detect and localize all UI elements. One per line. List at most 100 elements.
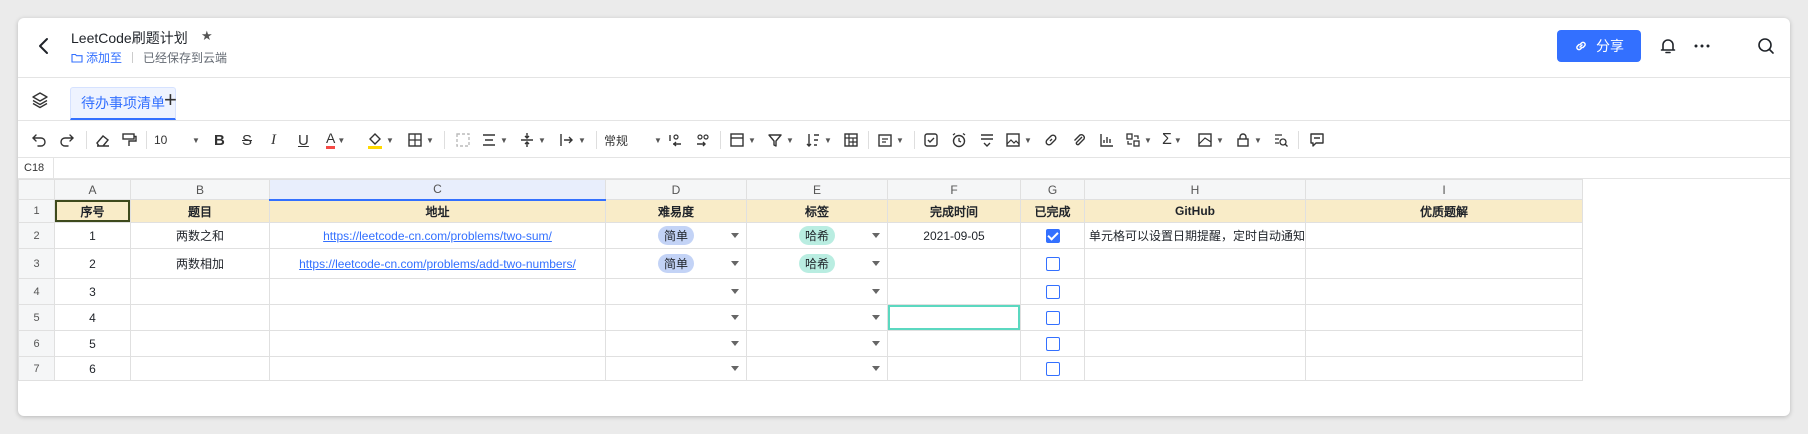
dropdown-arrow-icon[interactable] bbox=[872, 365, 880, 371]
url-cell[interactable] bbox=[269, 278, 606, 305]
column-header[interactable]: H bbox=[1083, 179, 1307, 200]
merge-cells-icon[interactable] bbox=[454, 130, 472, 150]
index-cell[interactable]: 3 bbox=[54, 278, 131, 305]
tag-cell[interactable] bbox=[746, 278, 888, 305]
strikethrough-icon[interactable]: S bbox=[242, 130, 252, 150]
index-cell[interactable]: 4 bbox=[54, 304, 131, 331]
index-cell[interactable]: 6 bbox=[54, 356, 131, 381]
image-icon[interactable]: ▼ bbox=[1004, 130, 1032, 150]
url-cell[interactable]: https://leetcode-cn.com/problems/two-sum… bbox=[269, 222, 606, 249]
filter-icon[interactable]: ▼ bbox=[766, 130, 794, 150]
row-number[interactable]: 2 bbox=[18, 222, 55, 249]
header-cell[interactable]: GitHub bbox=[1083, 199, 1307, 223]
row-number[interactable]: 1 bbox=[18, 199, 55, 223]
column-header[interactable]: I bbox=[1305, 179, 1584, 200]
title-cell[interactable]: 两数相加 bbox=[130, 248, 270, 279]
difficulty-cell[interactable]: 简单 bbox=[605, 222, 747, 249]
difficulty-cell[interactable] bbox=[605, 330, 747, 357]
date-cell[interactable] bbox=[887, 278, 1021, 305]
dropdown-arrow-icon[interactable] bbox=[872, 340, 880, 346]
header-cell[interactable]: 完成时间 bbox=[887, 199, 1021, 223]
date-cell[interactable] bbox=[887, 304, 1021, 331]
tag-cell[interactable] bbox=[746, 356, 888, 381]
header-cell[interactable]: 难易度 bbox=[605, 199, 747, 223]
underline-icon[interactable]: U bbox=[298, 130, 309, 150]
done-checkbox[interactable] bbox=[1045, 256, 1060, 271]
dropdown-arrow-icon[interactable] bbox=[731, 340, 739, 346]
dropdown-list-icon[interactable] bbox=[978, 130, 996, 150]
row-number[interactable]: 6 bbox=[18, 330, 55, 357]
date-cell[interactable] bbox=[887, 248, 1021, 279]
hyperlink-icon[interactable] bbox=[1042, 130, 1060, 150]
alarm-icon[interactable] bbox=[950, 130, 968, 150]
dropdown-arrow-icon[interactable] bbox=[731, 288, 739, 294]
title-cell[interactable] bbox=[130, 356, 270, 381]
cell-reference[interactable]: C18 bbox=[24, 162, 44, 174]
redo-icon[interactable] bbox=[58, 130, 76, 150]
solution-cell[interactable] bbox=[1305, 278, 1584, 305]
difficulty-cell[interactable] bbox=[605, 356, 747, 381]
eraser-icon[interactable] bbox=[94, 130, 112, 150]
solution-cell[interactable] bbox=[1305, 330, 1584, 357]
sheet-tab[interactable]: 待办事项清单 bbox=[70, 87, 176, 120]
url-cell[interactable] bbox=[269, 330, 606, 357]
title-cell[interactable] bbox=[130, 304, 270, 331]
add-to-link[interactable]: 添加至 bbox=[71, 49, 122, 66]
align-horizontal-icon[interactable]: ▼ bbox=[480, 130, 508, 150]
title-cell[interactable]: 两数之和 bbox=[130, 222, 270, 249]
index-cell[interactable]: 2 bbox=[54, 248, 131, 279]
title-cell[interactable] bbox=[130, 330, 270, 357]
column-header[interactable]: A bbox=[54, 179, 131, 200]
row-number[interactable]: 7 bbox=[18, 356, 55, 381]
header-cell[interactable]: 序号 bbox=[54, 199, 131, 223]
column-header[interactable]: G bbox=[1020, 179, 1085, 200]
url-cell[interactable]: https://leetcode-cn.com/problems/add-two… bbox=[269, 248, 606, 279]
header-cell[interactable]: 标签 bbox=[746, 199, 888, 223]
star-icon[interactable]: ★ bbox=[201, 28, 213, 44]
solution-cell[interactable] bbox=[1305, 304, 1584, 331]
done-checkbox[interactable] bbox=[1045, 361, 1060, 376]
github-cell[interactable] bbox=[1083, 330, 1307, 357]
date-cell[interactable] bbox=[887, 356, 1021, 381]
done-checkbox[interactable] bbox=[1045, 284, 1060, 299]
back-arrow-icon[interactable] bbox=[30, 32, 58, 60]
github-cell[interactable] bbox=[1083, 356, 1307, 381]
date-cell[interactable] bbox=[887, 330, 1021, 357]
column-header[interactable]: F bbox=[887, 179, 1021, 200]
row-number[interactable]: 5 bbox=[18, 304, 55, 331]
share-button[interactable]: 分享 bbox=[1557, 30, 1641, 62]
dropdown-arrow-icon[interactable] bbox=[872, 232, 880, 238]
dropdown-arrow-icon[interactable] bbox=[731, 232, 739, 238]
decrease-decimal-icon[interactable] bbox=[666, 130, 684, 150]
select-all-corner[interactable] bbox=[18, 179, 55, 200]
github-cell[interactable] bbox=[1083, 278, 1307, 305]
font-color-icon[interactable]: A ▼ bbox=[326, 130, 345, 150]
increase-decimal-icon[interactable] bbox=[694, 130, 712, 150]
tag-cell[interactable]: 哈希 bbox=[746, 248, 888, 279]
problem-link[interactable]: https://leetcode-cn.com/problems/add-two… bbox=[299, 257, 576, 271]
done-checkbox[interactable] bbox=[1045, 310, 1060, 325]
dropdown-arrow-icon[interactable] bbox=[872, 288, 880, 294]
done-cell[interactable] bbox=[1020, 222, 1085, 249]
more-icon[interactable] bbox=[1692, 36, 1712, 56]
protect-icon[interactable]: ▼ bbox=[1234, 130, 1262, 150]
dropdown-arrow-icon[interactable] bbox=[731, 365, 739, 371]
find-replace-icon[interactable] bbox=[1272, 130, 1290, 150]
solution-cell[interactable] bbox=[1305, 248, 1584, 279]
github-cell[interactable] bbox=[1083, 304, 1307, 331]
row-number[interactable]: 3 bbox=[18, 248, 55, 279]
text-wrap-icon[interactable]: ▼ bbox=[558, 130, 586, 150]
dropdown-arrow-icon[interactable] bbox=[731, 314, 739, 320]
tag-cell[interactable]: 哈希 bbox=[746, 222, 888, 249]
add-sheet-icon[interactable]: + bbox=[164, 89, 177, 111]
github-cell[interactable]: 单元格可以设置日期提醒，定时自动通知 bbox=[1083, 222, 1307, 249]
tag-cell[interactable] bbox=[746, 304, 888, 331]
url-cell[interactable] bbox=[269, 304, 606, 331]
column-header[interactable]: D bbox=[605, 179, 747, 200]
layers-icon[interactable] bbox=[30, 90, 50, 110]
chart-icon[interactable] bbox=[1098, 130, 1116, 150]
done-cell[interactable] bbox=[1020, 304, 1085, 331]
index-cell[interactable]: 1 bbox=[54, 222, 131, 249]
sum-icon[interactable]: Σ ▼ bbox=[1162, 130, 1182, 150]
fill-color-icon[interactable]: ▼ bbox=[366, 130, 394, 150]
